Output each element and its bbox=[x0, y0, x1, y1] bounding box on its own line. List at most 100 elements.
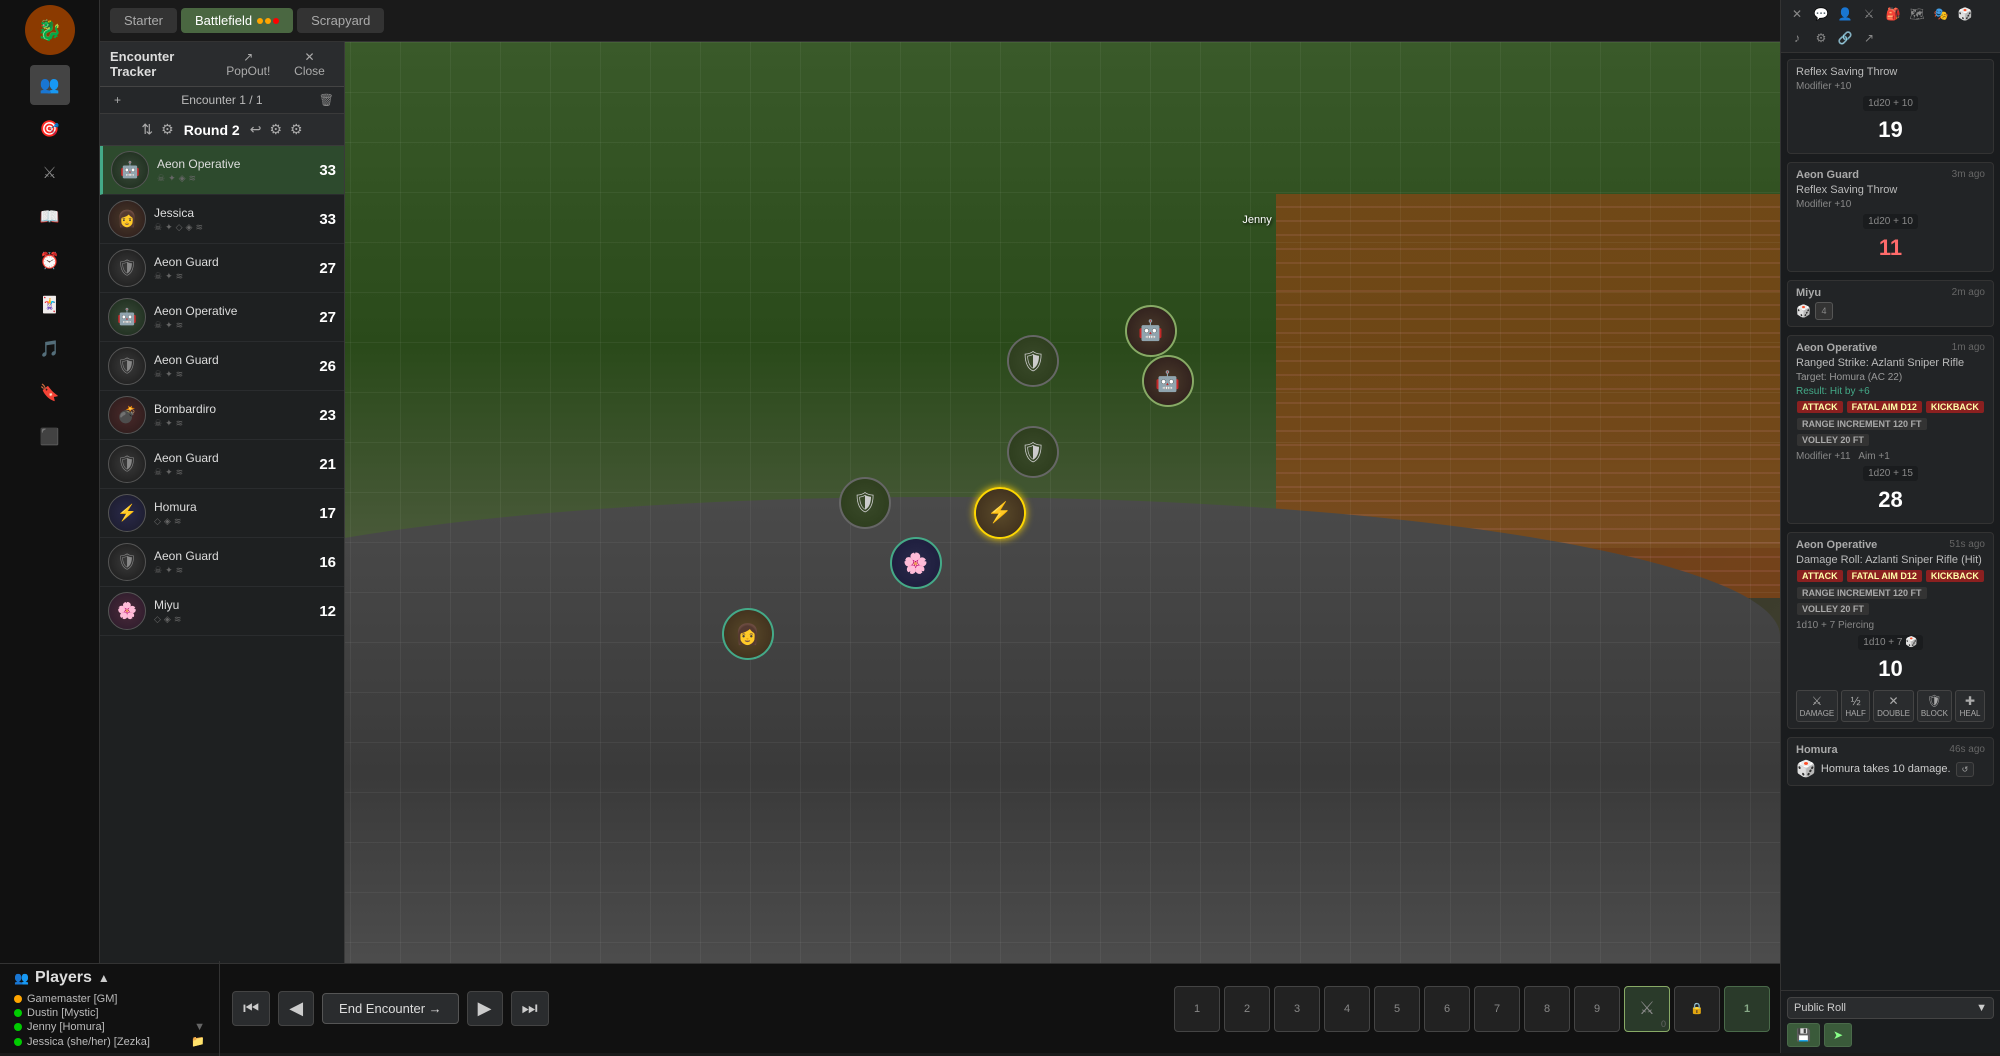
c-icon: ≋ bbox=[189, 173, 197, 184]
hotbar-slot-4[interactable]: 4 bbox=[1324, 986, 1370, 1032]
token-operative2[interactable]: 🤖 bbox=[1142, 355, 1194, 407]
sidebar-icon-items[interactable]: ⚔ bbox=[30, 153, 70, 193]
prev-combatant-button[interactable]: ◀ bbox=[278, 991, 314, 1026]
end-encounter-button[interactable]: End Encounter → bbox=[322, 993, 459, 1024]
settings-button[interactable]: ⚙ bbox=[159, 119, 176, 140]
roll-type-select[interactable]: Public Roll ▼ bbox=[1787, 997, 1994, 1019]
combatant-item[interactable]: 🤖 Aeon Operative ☠ ✦ ◈ ≋ 33 bbox=[100, 146, 344, 195]
hotbar-page-button[interactable]: 1 bbox=[1724, 986, 1770, 1032]
combatant-item[interactable]: 💣 Bombardiro ☠ ✦ ≋ 23 bbox=[100, 391, 344, 440]
hotbar-lock-button[interactable]: 🔒 bbox=[1674, 986, 1720, 1032]
combatant-item[interactable]: 🛡 Aeon Guard ☠ ✦ ≋ 16 bbox=[100, 538, 344, 587]
sidebar-icon-music[interactable]: 🎵 bbox=[30, 329, 70, 369]
combatant-init-8: 16 bbox=[312, 554, 336, 571]
last-combatant-button[interactable]: ⏭ bbox=[511, 991, 549, 1026]
combatant-item[interactable]: 🛡 Aeon Guard ☠ ✦ ≋ 27 bbox=[100, 244, 344, 293]
hotbar-slot-5[interactable]: 5 bbox=[1374, 986, 1420, 1032]
player-arrow-icon: ▼ bbox=[194, 1021, 205, 1033]
player-name-jessica: Jessica (she/her) [Zezka] bbox=[27, 1036, 150, 1048]
rp-items-icon[interactable]: 🎒 bbox=[1883, 4, 1903, 24]
encounter-header-actions: ↗ PopOut! ✕ Close bbox=[218, 48, 334, 80]
hotbar-slot-7[interactable]: 7 bbox=[1474, 986, 1520, 1032]
hotbar-slot-label-10: 0 bbox=[1661, 1019, 1666, 1029]
rp-playlist-icon[interactable]: ♪ bbox=[1787, 28, 1807, 48]
token-selected[interactable]: ⚡ bbox=[974, 487, 1026, 539]
token-homura-map[interactable]: 🌸 bbox=[890, 537, 942, 589]
rp-actors-icon[interactable]: 👤 bbox=[1835, 4, 1855, 24]
rp-combat-icon[interactable]: ⚔ bbox=[1859, 4, 1879, 24]
player-item-jenny: Jenny [Homura] ▼ bbox=[14, 1021, 205, 1033]
delete-encounter-button[interactable]: 🗑 bbox=[319, 93, 334, 107]
c-icon: ✦ bbox=[165, 320, 173, 331]
heal-button[interactable]: ✚ HEAL bbox=[1955, 690, 1985, 722]
combatant-item[interactable]: 🛡 Aeon Guard ☠ ✦ ≋ 26 bbox=[100, 342, 344, 391]
send-chat-button[interactable]: ➤ bbox=[1824, 1023, 1852, 1047]
rp-popout-icon[interactable]: ↗ bbox=[1859, 28, 1879, 48]
combatant-avatar-1: 👩 bbox=[108, 200, 146, 238]
round-label: Round 2 bbox=[184, 122, 240, 138]
sidebar-icon-target[interactable]: 🎯 bbox=[30, 109, 70, 149]
prev-round-button[interactable]: ↩ bbox=[248, 119, 264, 140]
battlefield-label: Battlefield bbox=[195, 13, 252, 28]
combatant-item[interactable]: 🤖 Aeon Operative ☠ ✦ ≋ 27 bbox=[100, 293, 344, 342]
players-section: 👥 Players ▲ Gamemaster [GM] Dustin [Myst… bbox=[0, 961, 220, 1056]
hotbar-slot-3[interactable]: 3 bbox=[1274, 986, 1320, 1032]
rp-close-icon[interactable]: ✕ bbox=[1787, 4, 1807, 24]
undo-button[interactable]: ↺ bbox=[1956, 762, 1975, 777]
c-icon: ◇ bbox=[176, 222, 183, 233]
hotbar-slot-1[interactable]: 1 bbox=[1174, 986, 1220, 1032]
map-area[interactable]: Jenny 👩 Jessica 🛡 🛡 🛡 ⚡ bbox=[100, 42, 1780, 1053]
formula-4: 1d20 + 15 bbox=[1863, 466, 1918, 481]
rp-journal-icon[interactable]: 🗺 bbox=[1907, 4, 1927, 24]
rp-chat-icon[interactable]: 💬 bbox=[1811, 4, 1831, 24]
next-round-button[interactable]: ⚙ bbox=[267, 119, 284, 140]
save-roll-button[interactable]: 💾 bbox=[1787, 1023, 1820, 1047]
tab-scrapyard[interactable]: Scrapyard bbox=[297, 8, 384, 33]
sidebar-icon-journal[interactable]: 📖 bbox=[30, 197, 70, 237]
tab-battlefield[interactable]: Battlefield bbox=[181, 8, 293, 33]
combatant-item[interactable]: 👩 Jessica ☠ ✦ ◇ ◈ ≋ 33 bbox=[100, 195, 344, 244]
rp-modules-icon[interactable]: 🔗 bbox=[1835, 28, 1855, 48]
combatant-item[interactable]: ⚡ Homura ◇ ◈ ≋ 17 bbox=[100, 489, 344, 538]
players-header[interactable]: 👥 Players ▲ bbox=[14, 969, 205, 987]
hotbar-slot-label-9: 9 bbox=[1594, 1003, 1600, 1015]
rp-scenes-icon[interactable]: 🎭 bbox=[1931, 4, 1951, 24]
token-jessica[interactable]: 👩 Jessica bbox=[722, 608, 774, 660]
tab-starter[interactable]: Starter bbox=[110, 8, 177, 33]
token-guard2[interactable]: 🛡 bbox=[1007, 426, 1059, 478]
hotbar-slot-9[interactable]: 9 bbox=[1574, 986, 1620, 1032]
token-guard3[interactable]: 🛡 bbox=[839, 477, 891, 529]
block-button[interactable]: 🛡 BLOCK bbox=[1917, 690, 1952, 722]
token-operative1[interactable]: 🤖 bbox=[1125, 305, 1177, 357]
half-button[interactable]: ½ HALF bbox=[1841, 690, 1871, 722]
rp-settings-icon[interactable]: ⚙ bbox=[1811, 28, 1831, 48]
sidebar-icon-people[interactable]: 👥 bbox=[30, 65, 70, 105]
double-button[interactable]: ✕ DOUBLE bbox=[1873, 690, 1913, 722]
close-button[interactable]: ✕ Close bbox=[285, 48, 334, 80]
tag-attack-5: ATTACK bbox=[1797, 570, 1843, 582]
round-controls: ⇅ ⚙ bbox=[139, 119, 175, 140]
sort-button[interactable]: ⇅ bbox=[139, 119, 155, 140]
add-combatant-button[interactable]: + bbox=[110, 91, 125, 109]
combatant-icons-1: ☠ ✦ ◇ ◈ ≋ bbox=[154, 222, 304, 233]
first-combatant-button[interactable]: ⏮ bbox=[232, 991, 270, 1026]
hotbar-slot-10[interactable]: ⚔ 0 bbox=[1624, 986, 1670, 1032]
popout-button[interactable]: ↗ PopOut! bbox=[218, 48, 279, 80]
sidebar-icon-bookmark[interactable]: 🔖 bbox=[30, 373, 70, 413]
next-combatant-button[interactable]: ▶ bbox=[467, 991, 503, 1026]
combatant-item[interactable]: 🌸 Miyu ◇ ◈ ≋ 12 bbox=[100, 587, 344, 636]
token-guard1[interactable]: 🛡 bbox=[1007, 335, 1059, 387]
config-button[interactable]: ⚙ bbox=[288, 119, 305, 140]
logo-icon[interactable]: 🐉 bbox=[25, 5, 75, 55]
sidebar-icon-cards[interactable]: 🃏 bbox=[30, 285, 70, 325]
hotbar-slot-6[interactable]: 6 bbox=[1424, 986, 1470, 1032]
hotbar-slot-8[interactable]: 8 bbox=[1524, 986, 1570, 1032]
sidebar-icon-clock[interactable]: ⏰ bbox=[30, 241, 70, 281]
sidebar-icon-grid[interactable]: ⬛ bbox=[30, 417, 70, 457]
rp-roll-icon[interactable]: 🎲 bbox=[1955, 4, 1975, 24]
hotbar-slot-2[interactable]: 2 bbox=[1224, 986, 1270, 1032]
combatant-info-0: Aeon Operative ☠ ✦ ◈ ≋ bbox=[157, 157, 304, 184]
encounter-panel: Encounter Tracker ↗ PopOut! ✕ Close + En… bbox=[100, 42, 345, 963]
combatant-item[interactable]: 🛡 Aeon Guard ☠ ✦ ≋ 21 bbox=[100, 440, 344, 489]
damage-button[interactable]: ⚔ DAMAGE bbox=[1796, 690, 1838, 722]
